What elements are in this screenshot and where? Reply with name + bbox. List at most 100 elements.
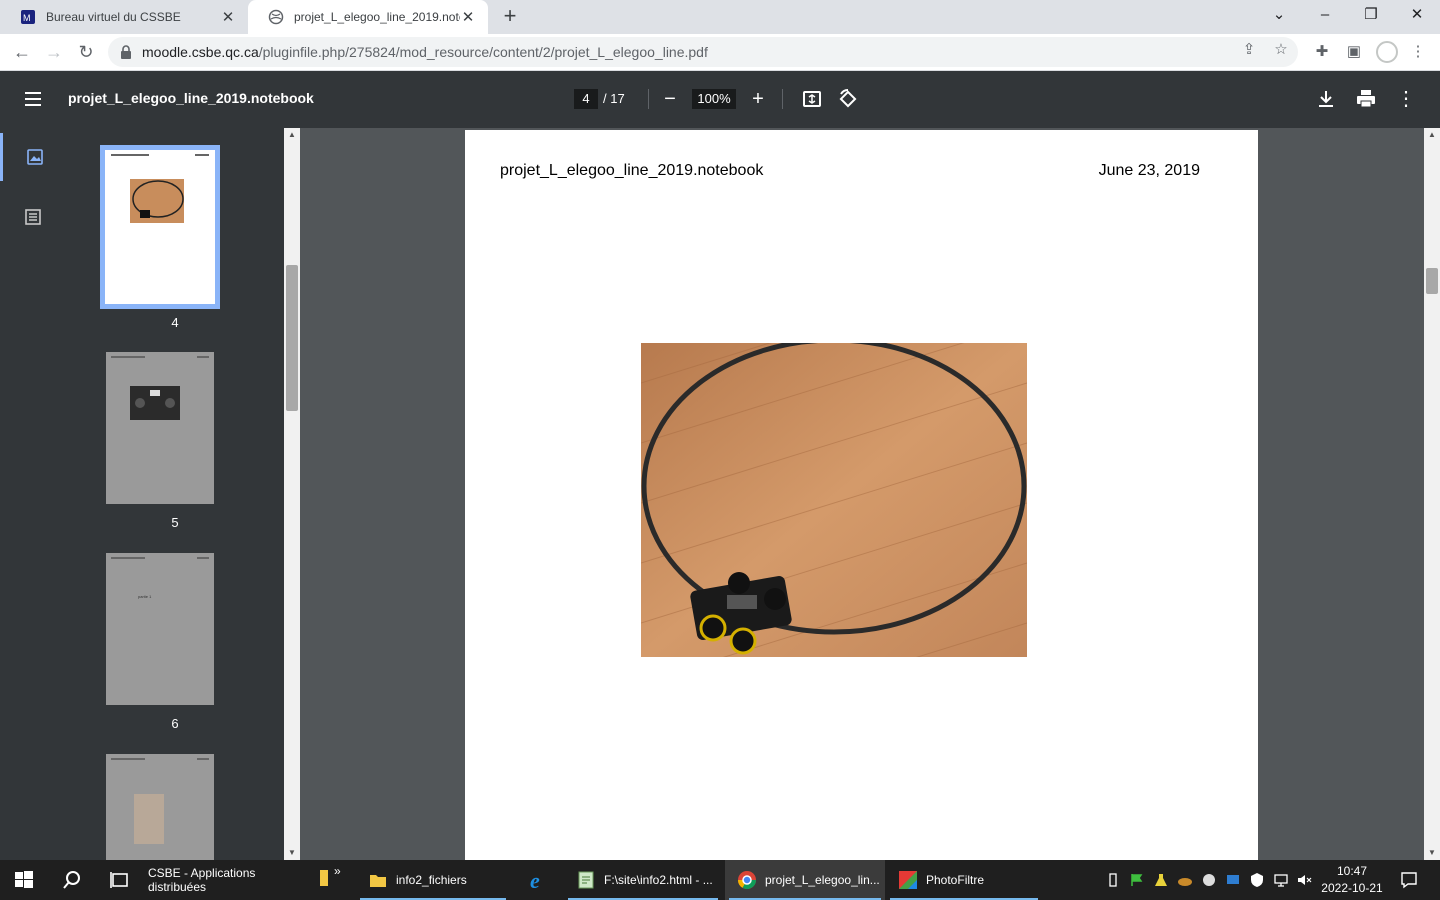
- thumbnail-page-4[interactable]: [100, 145, 220, 309]
- tab-pdf-document[interactable]: projet_L_elegoo_line_2019.notebook.pdf ✕: [248, 0, 488, 34]
- folder-toolbar-icon[interactable]: [320, 870, 328, 886]
- windows-start-icon[interactable]: [12, 868, 36, 892]
- scroll-down-arrow-icon[interactable]: ▼: [284, 846, 300, 860]
- search-icon[interactable]: [60, 868, 84, 892]
- pdf-toolbar: projet_L_elegoo_line_2019.notebook 4 / 1…: [0, 71, 1440, 128]
- browser-tab-strip: M Bureau virtuel du CSSBE ✕ projet_L_ele…: [0, 0, 1440, 34]
- sidebar-rail: [0, 128, 66, 860]
- scrollbar-thumb[interactable]: [1426, 268, 1438, 294]
- moodle-favicon-icon: M: [21, 10, 35, 24]
- network-icon[interactable]: [1273, 872, 1289, 888]
- thumbnail-page-number: 5: [171, 515, 179, 530]
- rotate-icon[interactable]: [836, 87, 860, 111]
- zoom-in-button[interactable]: +: [746, 87, 770, 111]
- app-tray-icon[interactable]: [1201, 872, 1217, 888]
- image-icon: [26, 149, 43, 165]
- tab-bureau-virtuel[interactable]: M Bureau virtuel du CSSBE ✕: [0, 0, 248, 34]
- bookmark-star-icon[interactable]: ☆: [1272, 41, 1290, 59]
- toolbar-divider: [782, 89, 783, 109]
- taskbar-item-label: F:\site\info2.html - ...: [604, 873, 713, 887]
- cloud-icon[interactable]: [1177, 872, 1193, 888]
- close-window-button[interactable]: ✕: [1394, 0, 1440, 30]
- extensions-puzzle-icon[interactable]: ✚: [1312, 42, 1332, 62]
- windows-taskbar: CSBE - Applications distribuées » info2_…: [0, 860, 1440, 900]
- pdf-page: projet_L_elegoo_line_2019.notebook June …: [465, 130, 1258, 860]
- side-panel-icon[interactable]: ▣: [1344, 42, 1364, 62]
- flag-icon[interactable]: [1129, 872, 1145, 888]
- document-title: projet_L_elegoo_line_2019.notebook: [68, 90, 314, 106]
- toolbar-overflow-icon[interactable]: »: [334, 864, 341, 878]
- task-view-icon[interactable]: [108, 868, 132, 892]
- flask-icon[interactable]: [1153, 872, 1169, 888]
- globe-icon: [268, 9, 284, 25]
- page-total: / 17: [603, 91, 625, 106]
- close-tab-icon[interactable]: ✕: [460, 8, 476, 26]
- thumb-header-line: [197, 356, 209, 358]
- internet-explorer-icon[interactable]: e: [527, 868, 551, 892]
- reload-icon[interactable]: ↻: [72, 38, 100, 66]
- hamburger-menu-icon[interactable]: [22, 89, 46, 109]
- download-icon[interactable]: [1314, 87, 1338, 111]
- more-options-icon[interactable]: ⋮: [1394, 87, 1418, 111]
- zoom-out-button[interactable]: −: [658, 87, 682, 111]
- address-bar[interactable]: moodle.csbe.qc.ca/pluginfile.php/275824/…: [108, 37, 1298, 67]
- page-number-input[interactable]: 4: [574, 89, 598, 109]
- thumb-header-line: [197, 557, 209, 559]
- share-icon[interactable]: ⇪: [1240, 41, 1258, 59]
- url-text: moodle.csbe.qc.ca/pluginfile.php/275824/…: [142, 44, 708, 60]
- notifications-icon[interactable]: [1399, 870, 1419, 890]
- taskbar-item-photofiltre[interactable]: PhotoFiltre: [886, 860, 1042, 900]
- browser-toolbar: ← → ↻ moodle.csbe.qc.ca/pluginfile.php/2…: [0, 34, 1440, 71]
- thumbnail-page-6[interactable]: partie 1: [106, 553, 214, 705]
- photofiltre-icon: [899, 871, 917, 889]
- thumb-track-image: [130, 179, 184, 223]
- clock-time: 10:47: [1336, 864, 1368, 878]
- thumb-table-block: [134, 794, 164, 844]
- thumbnail-page-7[interactable]: [106, 754, 214, 860]
- lock-icon: [121, 45, 131, 59]
- print-icon[interactable]: [1354, 87, 1378, 111]
- outline-view-button[interactable]: [0, 193, 66, 241]
- svg-text:M: M: [23, 13, 31, 23]
- restore-button[interactable]: ❐: [1348, 0, 1394, 30]
- scroll-up-arrow-icon[interactable]: ▲: [284, 128, 300, 142]
- toolbar-divider: [648, 89, 649, 109]
- shield-icon[interactable]: [1249, 872, 1265, 888]
- thumb-header-line: [111, 557, 145, 559]
- taskbar-item-csbe-apps[interactable]: CSBE - Applications distribuées: [136, 860, 316, 900]
- scroll-up-arrow-icon[interactable]: ▲: [1424, 128, 1440, 142]
- svg-text:e: e: [530, 868, 540, 892]
- thumbnail-page-number: 4: [171, 315, 179, 330]
- profile-avatar[interactable]: [1376, 41, 1398, 63]
- taskbar-item-chrome[interactable]: projet_L_elegoo_lin...: [725, 860, 885, 900]
- new-tab-button[interactable]: +: [498, 4, 522, 30]
- page-header-title: projet_L_elegoo_line_2019.notebook: [500, 162, 764, 179]
- thumb-board-image: [130, 386, 180, 420]
- minimize-button[interactable]: –: [1302, 0, 1348, 30]
- taskbar-item-label: CSBE - Applications distribuées: [148, 866, 256, 894]
- page-scrollbar[interactable]: ▲ ▼: [1424, 128, 1440, 860]
- thumbnail-page-5[interactable]: [106, 352, 214, 504]
- forward-arrow-icon[interactable]: →: [40, 38, 68, 66]
- scroll-down-arrow-icon[interactable]: ▼: [1424, 846, 1440, 860]
- clock-date: 2022-10-21: [1321, 881, 1383, 895]
- taskbar-item-info2-fichiers[interactable]: info2_fichiers: [356, 860, 510, 900]
- back-arrow-icon[interactable]: ←: [8, 38, 36, 66]
- speaker-muted-icon[interactable]: [1296, 872, 1312, 888]
- taskbar-item-label: PhotoFiltre: [926, 873, 985, 887]
- chrome-icon: [738, 871, 756, 890]
- scrollbar-thumb[interactable]: [286, 265, 298, 411]
- usb-icon[interactable]: [1105, 872, 1121, 888]
- browser-menu-icon[interactable]: ⋮: [1408, 42, 1428, 62]
- monitor-tray-icon[interactable]: [1225, 872, 1241, 888]
- close-tab-icon[interactable]: ✕: [220, 8, 236, 26]
- taskbar-item-notepad[interactable]: F:\site\info2.html - ...: [564, 860, 722, 900]
- taskbar-clock[interactable]: 10:47 2022-10-21: [1316, 863, 1388, 897]
- zoom-level-input[interactable]: 100%: [692, 89, 736, 109]
- thumbnail-view-button[interactable]: [0, 133, 66, 181]
- list-icon: [25, 209, 41, 225]
- thumb-header-line: [111, 356, 145, 358]
- tab-search-chevron-icon[interactable]: ⌄: [1256, 0, 1302, 30]
- thumbnail-scrollbar[interactable]: ▲ ▼: [284, 128, 300, 860]
- fit-to-page-icon[interactable]: [800, 87, 824, 111]
